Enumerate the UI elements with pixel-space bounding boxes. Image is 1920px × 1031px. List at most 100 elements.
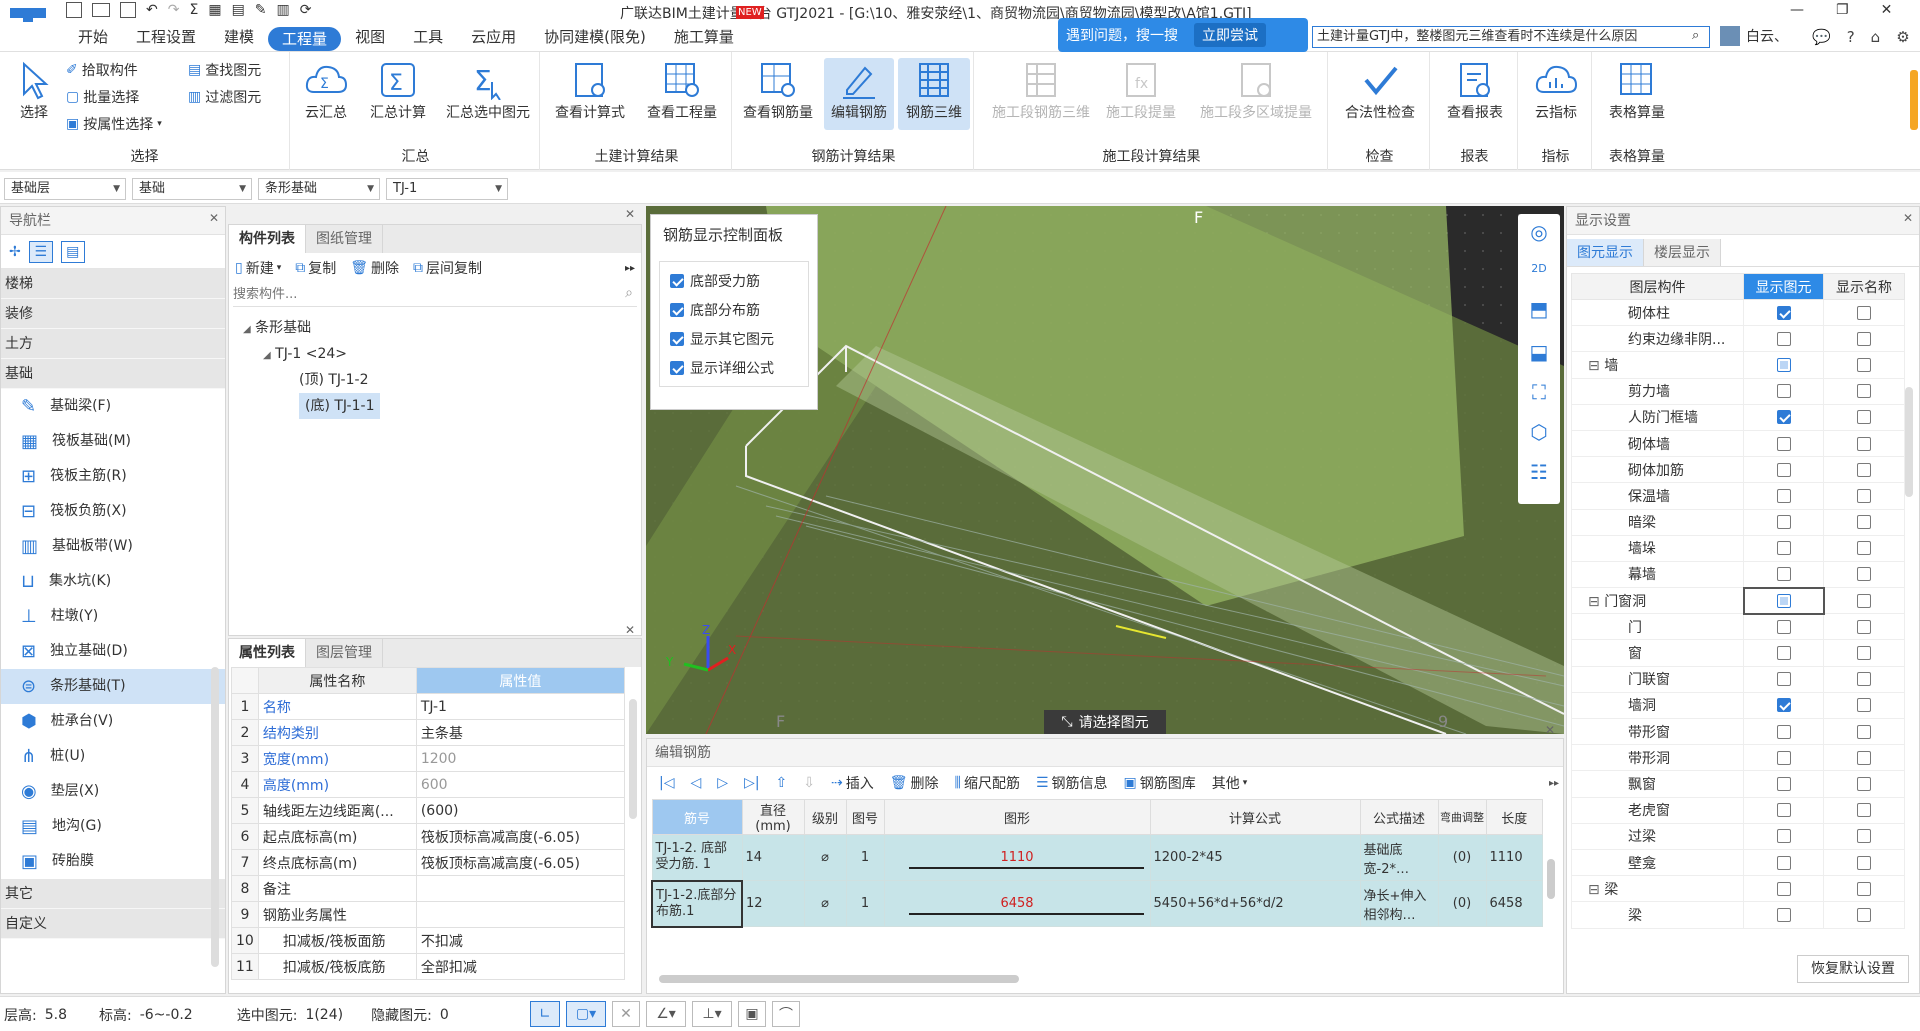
checkbox-icon[interactable] xyxy=(1857,803,1871,818)
option-show-other[interactable]: 显示其它图元 xyxy=(660,324,808,353)
display-row[interactable]: 带形洞 xyxy=(1571,744,1905,772)
checkbox-icon[interactable] xyxy=(1857,619,1871,634)
pin-icon[interactable]: ✢ xyxy=(9,244,21,260)
other-button[interactable]: 其他 ▾ xyxy=(1212,773,1248,793)
table-calc-button[interactable]: 表格算量 xyxy=(1598,58,1676,130)
nav-item-12[interactable]: ▤ 地沟(G) xyxy=(1,809,225,844)
property-scrollbar[interactable] xyxy=(629,699,637,819)
prev-icon[interactable]: ◁ xyxy=(690,775,701,791)
next-icon[interactable]: ▷ xyxy=(717,775,728,791)
menu-4[interactable]: 视图 xyxy=(341,22,399,52)
select-button[interactable]: 选择 xyxy=(0,58,68,130)
rebar-adjust[interactable]: (0) xyxy=(1437,834,1487,881)
rebar-h-scrollbar[interactable] xyxy=(659,975,1019,983)
menu-8[interactable]: 施工算量 xyxy=(660,22,748,52)
ortho-icon[interactable]: ∟ xyxy=(530,1001,560,1027)
menu-5[interactable]: 工具 xyxy=(399,22,457,52)
cross-icon[interactable]: ✕ xyxy=(612,1001,640,1027)
checkbox-icon[interactable] xyxy=(1776,462,1791,477)
nav-item-8[interactable]: ⊜ 条形基础(T) xyxy=(1,669,225,704)
move-down-icon[interactable]: ⇩ xyxy=(803,775,815,791)
pick-component-button[interactable]: ✐ 拾取构件 xyxy=(66,60,138,80)
nav-group-1[interactable]: 装修 xyxy=(1,299,225,329)
property-row[interactable]: 2 结构类别 主条基 xyxy=(231,719,626,746)
table-icon[interactable]: ▤ xyxy=(232,2,245,18)
rebar-shape[interactable]: 1110 xyxy=(883,834,1151,881)
property-value[interactable]: 主条基 xyxy=(415,719,626,746)
search-input[interactable]: 土建计量GTJ中，整楼图元三维查看时不连续是什么原因 xyxy=(1312,26,1710,48)
property-row[interactable]: 9 钢筋业务属性 xyxy=(231,901,626,928)
close-icon[interactable]: ✕ xyxy=(625,207,635,221)
checkbox-icon[interactable] xyxy=(1776,567,1791,582)
validity-check-button[interactable]: 合法性检查 xyxy=(1334,58,1426,130)
edit-icon[interactable]: ✎ xyxy=(255,2,267,18)
display-row[interactable]: 人防门框墙 xyxy=(1571,403,1905,431)
option-show-formula[interactable]: 显示详细公式 xyxy=(660,353,808,382)
dimension-icon[interactable]: ▣ xyxy=(738,1001,766,1027)
view-quantity-button[interactable]: 查看工程量 xyxy=(638,58,726,130)
checkbox-checked-icon[interactable] xyxy=(670,273,684,288)
collapse-icon[interactable]: ⊟ xyxy=(1588,882,1604,898)
restore-default-button[interactable]: 恢复默认设置 xyxy=(1797,955,1909,983)
rebar-row[interactable]: TJ-1-2.底部分布筋.1 12 ⌀ 1 6458 5450+56*d+56*d/2 净长… xyxy=(651,879,1543,928)
nav-item-0[interactable]: ✎ 基础梁(F) xyxy=(1,389,225,424)
checkbox-icon[interactable] xyxy=(1776,855,1791,870)
checkbox-icon[interactable] xyxy=(1776,881,1791,896)
undo-icon[interactable]: ↶ xyxy=(146,2,158,18)
tab-layer-manage[interactable]: 图层管理 xyxy=(306,639,383,667)
chat-icon[interactable]: 💬 xyxy=(1812,28,1831,46)
checkbox-icon[interactable] xyxy=(1857,305,1871,320)
find-element-button[interactable]: ▤ 查找图元 xyxy=(188,60,261,80)
close-icon[interactable]: ✕ xyxy=(1903,211,1913,225)
cloud-summary-button[interactable]: Σ 云汇总 xyxy=(294,58,358,130)
nav-item-7[interactable]: ⊠ 独立基础(D) xyxy=(1,634,225,669)
checkbox-icon[interactable] xyxy=(1776,488,1791,503)
display-row[interactable]: 门联窗 xyxy=(1571,665,1905,693)
rebar-row[interactable]: TJ-1-2. 底部受力筋. 1 14 ⌀ 1 1110 1200-2*45 基础底宽-2*… xyxy=(651,834,1543,881)
nav-item-11[interactable]: ◉ 垫层(X) xyxy=(1,774,225,809)
checkbox-icon[interactable] xyxy=(1857,462,1871,477)
display-row[interactable]: 飘窗 xyxy=(1571,770,1905,798)
display-row[interactable]: 梁 xyxy=(1571,901,1905,929)
collapse-icon[interactable]: ⊟ xyxy=(1588,594,1604,610)
property-value[interactable]: 筏板顶标高减高度(-6.05) xyxy=(415,823,626,850)
search-icon[interactable]: ⌕ xyxy=(625,285,633,301)
property-row[interactable]: 1 名称 TJ-1 xyxy=(231,693,626,720)
checkbox-icon[interactable] xyxy=(1857,593,1872,608)
more-icon[interactable]: ▸▸ xyxy=(1549,778,1559,789)
nav-group-2[interactable]: 土方 xyxy=(1,329,225,359)
settings-icon[interactable]: ⚙ xyxy=(1896,28,1909,46)
checkbox-icon[interactable] xyxy=(1776,907,1791,922)
property-row[interactable]: 3 宽度(mm) 1200 xyxy=(231,745,626,772)
property-row[interactable]: 5 轴线距左边线距离(... (600) xyxy=(231,797,626,824)
help-icon[interactable]: ? xyxy=(1847,28,1855,46)
restore-icon[interactable]: ❐ xyxy=(1836,2,1849,18)
view-formula-button[interactable]: 查看计算式 xyxy=(546,58,634,130)
display-scrollbar[interactable] xyxy=(1905,387,1913,497)
checkbox-icon[interactable] xyxy=(1857,646,1871,661)
expand-icon[interactable]: ◢ xyxy=(243,324,251,335)
tab-property-list[interactable]: 属性列表 xyxy=(229,639,306,667)
checkbox-icon[interactable] xyxy=(1857,881,1871,896)
property-row[interactable]: 8 备注 xyxy=(231,875,626,902)
checkbox-icon[interactable] xyxy=(1776,357,1791,372)
snap-box-icon[interactable]: ▢▾ xyxy=(566,1001,606,1027)
display-row[interactable]: 保温墙 xyxy=(1571,482,1905,510)
nav-scrollbar[interactable] xyxy=(211,667,219,967)
checkbox-icon[interactable] xyxy=(1776,384,1791,399)
checkbox-icon[interactable] xyxy=(1776,724,1791,739)
display-row[interactable]: 墙洞 xyxy=(1571,691,1905,720)
nav-item-10[interactable]: ⋔ 桩(U) xyxy=(1,739,225,774)
component-search[interactable]: ⌕ xyxy=(233,283,637,307)
move-up-icon[interactable]: ⇧ xyxy=(776,775,788,791)
cube-icon[interactable]: ⬓ xyxy=(1518,332,1560,372)
new-file-icon[interactable] xyxy=(66,2,82,18)
rebar-name[interactable]: TJ-1-2. 底部受力筋. 1 xyxy=(651,834,743,881)
property-value[interactable] xyxy=(415,875,626,902)
component-select[interactable]: TJ-1 ▼ xyxy=(386,178,508,200)
rebar-figure-no[interactable]: 1 xyxy=(845,880,885,927)
close-icon[interactable]: ✕ xyxy=(625,623,635,637)
property-row[interactable]: 7 终点底标高(m) 筏板顶标高减高度(-6.05) xyxy=(231,849,626,876)
checkbox-checked-icon[interactable] xyxy=(1776,698,1791,713)
checkbox-icon[interactable] xyxy=(1857,750,1871,765)
